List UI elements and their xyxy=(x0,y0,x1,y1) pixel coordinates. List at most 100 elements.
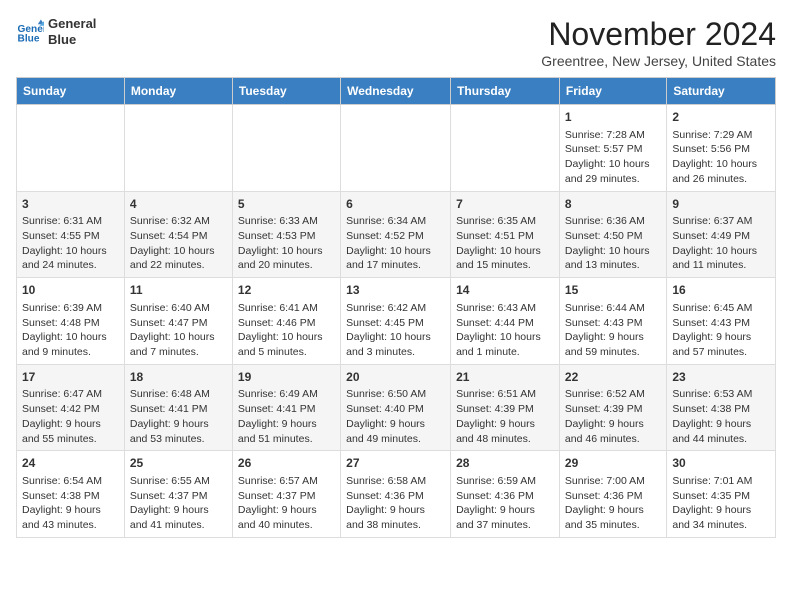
calendar-cell: 17Sunrise: 6:47 AMSunset: 4:42 PMDayligh… xyxy=(17,364,125,451)
calendar-week-row: 10 Sunrise: 6:39 AMSunset: 4:48 PMDayligh… xyxy=(17,278,776,365)
calendar-table: SundayMondayTuesdayWednesdayThursdayFrid… xyxy=(16,77,776,538)
calendar-cell: 21Sunrise: 6:51 AMSunset: 4:39 PMDayligh… xyxy=(451,364,560,451)
weekday-header: Sunday xyxy=(17,78,125,105)
page-header: General Blue General Blue November 2024 … xyxy=(16,16,776,69)
day-number: 10 xyxy=(22,282,119,299)
day-info: Sunrise: 6:50 AMSunset: 4:40 PMDaylight:… xyxy=(346,387,445,446)
calendar-cell: 14 Sunrise: 6:43 AMSunset: 4:44 PMDayligh… xyxy=(451,278,560,365)
day-info: Sunrise: 6:58 AMSunset: 4:36 PMDaylight:… xyxy=(346,474,445,533)
calendar-header-row: SundayMondayTuesdayWednesdayThursdayFrid… xyxy=(17,78,776,105)
weekday-header: Saturday xyxy=(667,78,776,105)
day-info: Sunrise: 6:39 AMSunset: 4:48 PMDaylight:… xyxy=(22,301,119,360)
svg-text:Blue: Blue xyxy=(18,33,40,44)
day-info: Sunrise: 6:45 AMSunset: 4:43 PMDaylight:… xyxy=(672,301,770,360)
logo-line2: Blue xyxy=(48,32,96,48)
day-number: 1 xyxy=(565,109,661,126)
calendar-cell: 8Sunrise: 6:36 AMSunset: 4:50 PMDaylight… xyxy=(559,191,666,278)
day-number: 30 xyxy=(672,455,770,472)
day-number: 6 xyxy=(346,196,445,213)
weekday-header: Tuesday xyxy=(232,78,340,105)
day-info: Sunrise: 6:31 AMSunset: 4:55 PMDaylight:… xyxy=(22,214,119,273)
calendar-cell: 22Sunrise: 6:52 AMSunset: 4:39 PMDayligh… xyxy=(559,364,666,451)
calendar-cell: 6Sunrise: 6:34 AMSunset: 4:52 PMDaylight… xyxy=(341,191,451,278)
day-info: Sunrise: 6:41 AMSunset: 4:46 PMDaylight:… xyxy=(238,301,335,360)
day-info: Sunrise: 6:34 AMSunset: 4:52 PMDaylight:… xyxy=(346,214,445,273)
day-info: Sunrise: 6:35 AMSunset: 4:51 PMDaylight:… xyxy=(456,214,554,273)
day-info: Sunrise: 6:52 AMSunset: 4:39 PMDaylight:… xyxy=(565,387,661,446)
day-number: 26 xyxy=(238,455,335,472)
day-info: Sunrise: 7:00 AMSunset: 4:36 PMDaylight:… xyxy=(565,474,661,533)
day-info: Sunrise: 6:48 AMSunset: 4:41 PMDaylight:… xyxy=(130,387,227,446)
calendar-cell xyxy=(17,105,125,192)
calendar-cell: 24 Sunrise: 6:54 AMSunset: 4:38 PMDayligh… xyxy=(17,451,125,538)
day-info: Sunrise: 7:29 AMSunset: 5:56 PMDaylight:… xyxy=(672,128,770,187)
day-number: 13 xyxy=(346,282,445,299)
calendar-cell: 4Sunrise: 6:32 AMSunset: 4:54 PMDaylight… xyxy=(124,191,232,278)
calendar-cell: 2 Sunrise: 7:29 AMSunset: 5:56 PMDaylight… xyxy=(667,105,776,192)
calendar-cell: 29Sunrise: 7:00 AMSunset: 4:36 PMDayligh… xyxy=(559,451,666,538)
calendar-cell: 10 Sunrise: 6:39 AMSunset: 4:48 PMDayligh… xyxy=(17,278,125,365)
day-info: Sunrise: 6:51 AMSunset: 4:39 PMDaylight:… xyxy=(456,387,554,446)
calendar-cell: 18Sunrise: 6:48 AMSunset: 4:41 PMDayligh… xyxy=(124,364,232,451)
day-info: Sunrise: 6:36 AMSunset: 4:50 PMDaylight:… xyxy=(565,214,661,273)
calendar-cell: 16 Sunrise: 6:45 AMSunset: 4:43 PMDayligh… xyxy=(667,278,776,365)
day-number: 16 xyxy=(672,282,770,299)
day-number: 25 xyxy=(130,455,227,472)
calendar-cell xyxy=(232,105,340,192)
calendar-cell xyxy=(341,105,451,192)
day-info: Sunrise: 6:49 AMSunset: 4:41 PMDaylight:… xyxy=(238,387,335,446)
calendar-cell: 1 Sunrise: 7:28 AMSunset: 5:57 PMDaylight… xyxy=(559,105,666,192)
day-number: 22 xyxy=(565,369,661,386)
day-number: 17 xyxy=(22,369,119,386)
day-info: Sunrise: 6:40 AMSunset: 4:47 PMDaylight:… xyxy=(130,301,227,360)
calendar-cell: 30Sunrise: 7:01 AMSunset: 4:35 PMDayligh… xyxy=(667,451,776,538)
day-info: Sunrise: 6:42 AMSunset: 4:45 PMDaylight:… xyxy=(346,301,445,360)
calendar-cell: 20Sunrise: 6:50 AMSunset: 4:40 PMDayligh… xyxy=(341,364,451,451)
calendar-cell: 5Sunrise: 6:33 AMSunset: 4:53 PMDaylight… xyxy=(232,191,340,278)
calendar-cell: 26 Sunrise: 6:57 AMSunset: 4:37 PMDayligh… xyxy=(232,451,340,538)
calendar-cell: 13 Sunrise: 6:42 AMSunset: 4:45 PMDayligh… xyxy=(341,278,451,365)
day-info: Sunrise: 6:43 AMSunset: 4:44 PMDaylight:… xyxy=(456,301,554,360)
calendar-cell: 19Sunrise: 6:49 AMSunset: 4:41 PMDayligh… xyxy=(232,364,340,451)
calendar-cell: 7Sunrise: 6:35 AMSunset: 4:51 PMDaylight… xyxy=(451,191,560,278)
calendar-cell xyxy=(124,105,232,192)
day-info: Sunrise: 6:44 AMSunset: 4:43 PMDaylight:… xyxy=(565,301,661,360)
day-number: 24 xyxy=(22,455,119,472)
day-number: 27 xyxy=(346,455,445,472)
weekday-header: Monday xyxy=(124,78,232,105)
day-number: 21 xyxy=(456,369,554,386)
day-info: Sunrise: 6:47 AMSunset: 4:42 PMDaylight:… xyxy=(22,387,119,446)
day-info: Sunrise: 6:33 AMSunset: 4:53 PMDaylight:… xyxy=(238,214,335,273)
day-number: 4 xyxy=(130,196,227,213)
calendar-cell: 9Sunrise: 6:37 AMSunset: 4:49 PMDaylight… xyxy=(667,191,776,278)
day-info: Sunrise: 6:37 AMSunset: 4:49 PMDaylight:… xyxy=(672,214,770,273)
day-number: 3 xyxy=(22,196,119,213)
logo-icon: General Blue xyxy=(16,18,44,46)
day-number: 11 xyxy=(130,282,227,299)
month-title: November 2024 xyxy=(541,16,776,53)
day-number: 18 xyxy=(130,369,227,386)
calendar-cell: 25Sunrise: 6:55 AMSunset: 4:37 PMDayligh… xyxy=(124,451,232,538)
calendar-cell: 27 Sunrise: 6:58 AMSunset: 4:36 PMDayligh… xyxy=(341,451,451,538)
calendar-cell: 15Sunrise: 6:44 AMSunset: 4:43 PMDayligh… xyxy=(559,278,666,365)
calendar-cell: 28Sunrise: 6:59 AMSunset: 4:36 PMDayligh… xyxy=(451,451,560,538)
calendar-cell: 12Sunrise: 6:41 AMSunset: 4:46 PMDayligh… xyxy=(232,278,340,365)
logo: General Blue General Blue xyxy=(16,16,96,47)
day-number: 9 xyxy=(672,196,770,213)
day-number: 5 xyxy=(238,196,335,213)
day-number: 14 xyxy=(456,282,554,299)
logo-line1: General xyxy=(48,16,96,32)
day-info: Sunrise: 6:59 AMSunset: 4:36 PMDaylight:… xyxy=(456,474,554,533)
day-info: Sunrise: 6:57 AMSunset: 4:37 PMDaylight:… xyxy=(238,474,335,533)
day-number: 7 xyxy=(456,196,554,213)
day-info: Sunrise: 6:54 AMSunset: 4:38 PMDaylight:… xyxy=(22,474,119,533)
calendar-week-row: 17Sunrise: 6:47 AMSunset: 4:42 PMDayligh… xyxy=(17,364,776,451)
day-number: 8 xyxy=(565,196,661,213)
day-number: 2 xyxy=(672,109,770,126)
calendar-cell xyxy=(451,105,560,192)
location-subtitle: Greentree, New Jersey, United States xyxy=(541,53,776,69)
calendar-cell: 23Sunrise: 6:53 AMSunset: 4:38 PMDayligh… xyxy=(667,364,776,451)
weekday-header: Wednesday xyxy=(341,78,451,105)
day-info: Sunrise: 7:28 AMSunset: 5:57 PMDaylight:… xyxy=(565,128,661,187)
weekday-header: Thursday xyxy=(451,78,560,105)
